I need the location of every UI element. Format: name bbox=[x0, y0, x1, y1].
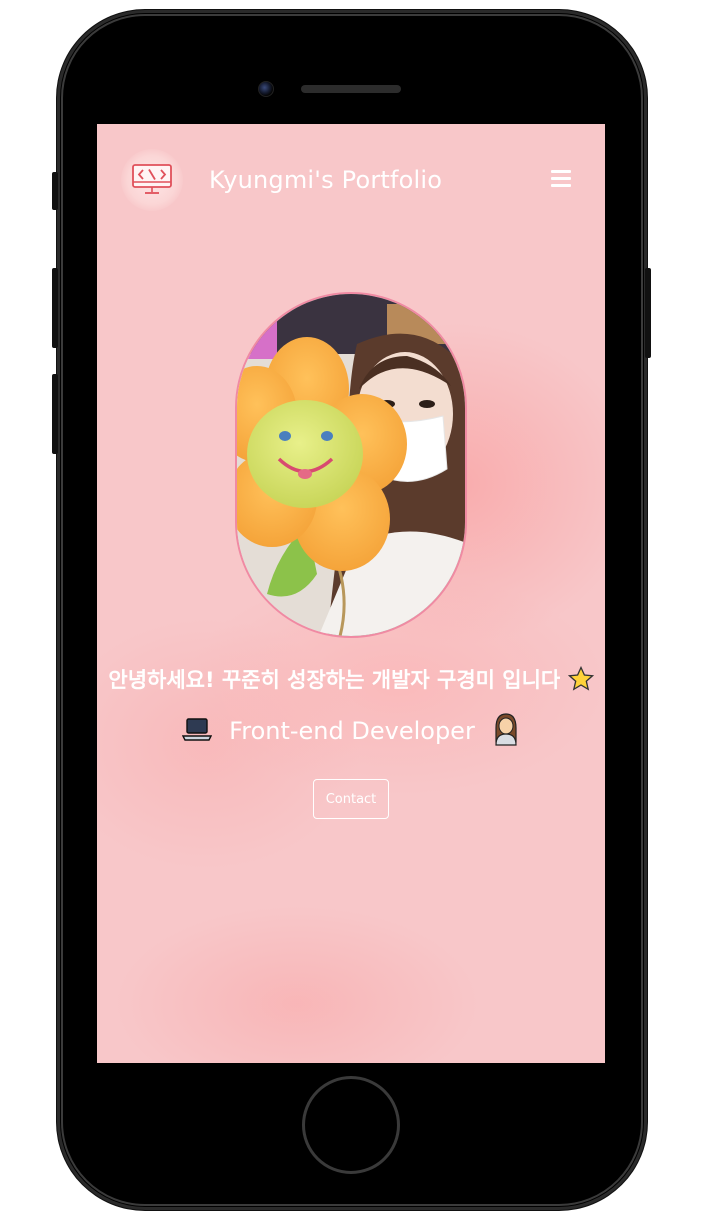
role-label: Front-end Developer bbox=[229, 717, 475, 745]
code-monitor-icon bbox=[132, 164, 172, 194]
hamburger-menu-icon[interactable] bbox=[549, 168, 575, 190]
greeting-text: 안녕하세요! 꾸준히 성장하는 개발자 구경미 입니다 bbox=[97, 664, 605, 697]
home-button[interactable] bbox=[302, 1076, 400, 1174]
greeting-text-label: 안녕하세요! 꾸준히 성장하는 개발자 구경미 입니다 bbox=[108, 668, 561, 692]
logo[interactable] bbox=[121, 149, 183, 211]
laptop-icon bbox=[181, 716, 212, 748]
power-button bbox=[645, 268, 651, 358]
earpiece-speaker bbox=[301, 85, 401, 93]
site-title[interactable]: Kyungmi's Portfolio bbox=[209, 166, 442, 194]
profile-photo bbox=[235, 292, 467, 638]
profile-image bbox=[237, 294, 465, 636]
navbar: Kyungmi's Portfolio bbox=[97, 124, 605, 234]
screen: Kyungmi's Portfolio 안녕하세요! 꾸준히 성장하는 개발자 … bbox=[97, 124, 605, 1063]
contact-button[interactable]: Contact bbox=[313, 779, 389, 819]
volume-up-button bbox=[52, 268, 58, 348]
star-icon bbox=[567, 665, 594, 697]
mute-switch bbox=[52, 172, 58, 210]
front-camera bbox=[258, 81, 274, 97]
woman-technologist-icon bbox=[492, 712, 520, 752]
volume-down-button bbox=[52, 374, 58, 454]
role-text: Front-end Developer bbox=[97, 712, 605, 752]
